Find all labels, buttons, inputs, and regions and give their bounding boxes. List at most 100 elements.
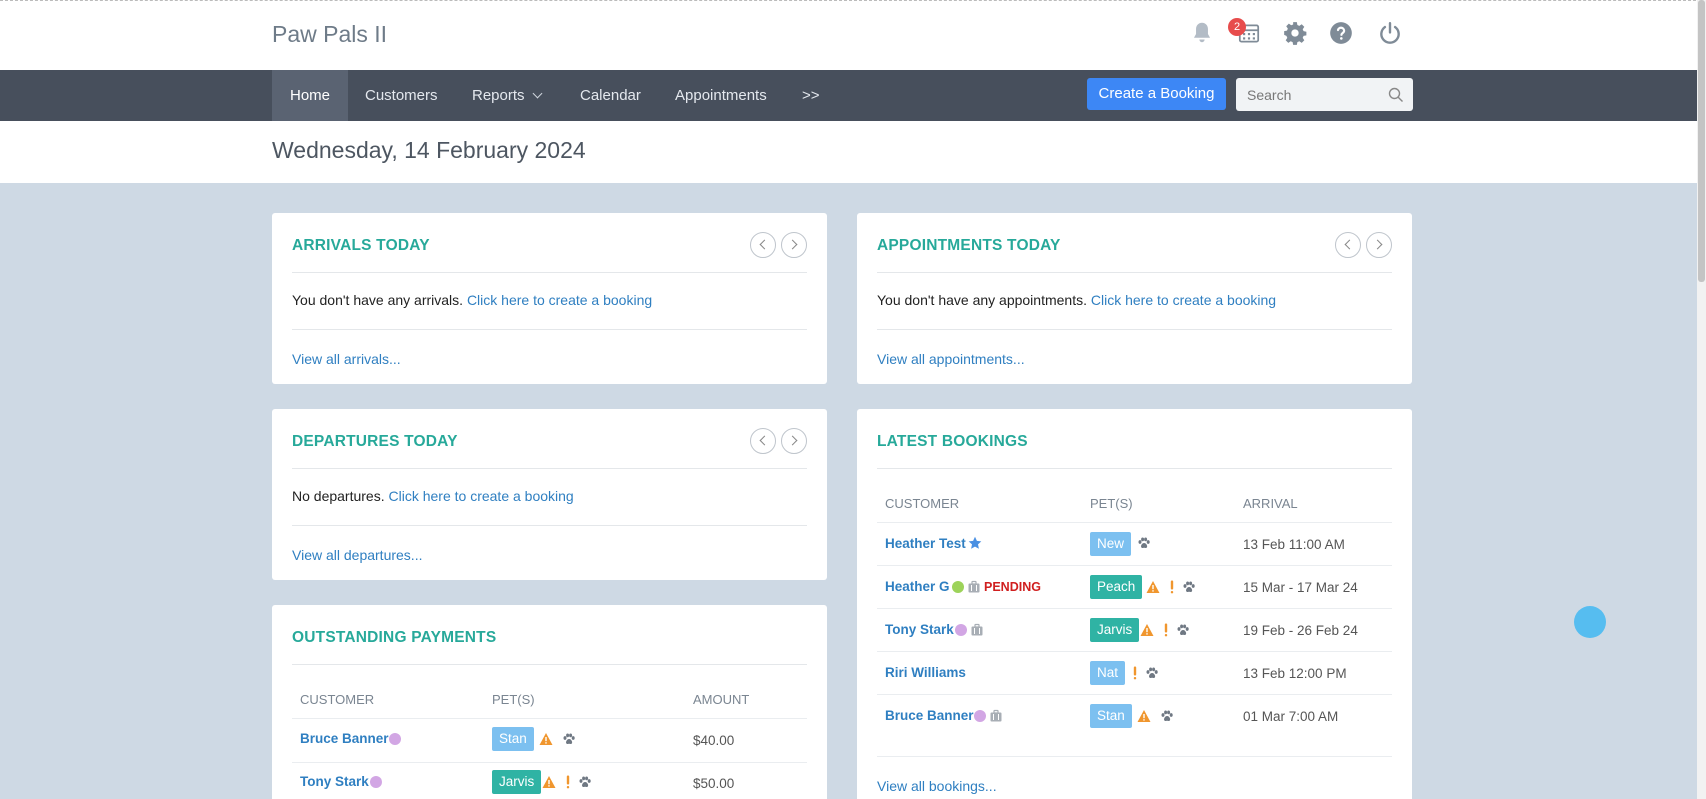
alert-exclamation-icon — [561, 775, 575, 789]
pet-tag[interactable]: Jarvis — [492, 770, 542, 794]
arrivals-prev-button[interactable] — [750, 232, 776, 258]
view-all-appointments-link[interactable]: View all appointments... — [877, 351, 1025, 367]
col-customer: CUSTOMER — [885, 496, 960, 511]
amount-cell: $40.00 — [693, 733, 735, 748]
arrivals-create-link[interactable]: Click here to create a booking — [467, 292, 652, 308]
customer-link[interactable]: Bruce Banner — [885, 708, 974, 723]
nav-more[interactable]: >> — [784, 70, 838, 121]
row-divider — [877, 522, 1392, 523]
divider — [292, 664, 807, 665]
chevron-down-icon — [532, 88, 542, 99]
row-divider — [877, 694, 1392, 695]
star-icon — [968, 536, 982, 550]
warning-icon — [1140, 623, 1154, 637]
divider — [292, 329, 807, 330]
notification-badge: 2 — [1228, 18, 1246, 36]
nav-home[interactable]: Home — [272, 70, 349, 121]
pending-status-label: PENDING — [984, 580, 1041, 594]
divider — [292, 525, 807, 526]
departures-message: No departures. Click here to create a bo… — [292, 488, 574, 504]
amount-cell: $50.00 — [693, 776, 735, 791]
search-icon[interactable] — [1388, 87, 1404, 103]
departures-create-link[interactable]: Click here to create a booking — [389, 488, 574, 504]
alert-exclamation-icon — [1128, 666, 1142, 680]
row-divider — [877, 756, 1392, 757]
col-pets: PET(S) — [1090, 496, 1133, 511]
paw-icon — [1137, 536, 1151, 550]
app-title[interactable]: Paw Pals II — [272, 21, 387, 48]
divider — [292, 468, 807, 469]
search-input[interactable] — [1236, 78, 1376, 111]
arrival-cell: 15 Mar - 17 Mar 24 — [1243, 580, 1358, 595]
nav-appointments[interactable]: Appointments — [657, 70, 785, 121]
row-divider — [877, 608, 1392, 609]
outstanding-payments-panel: OUTSTANDING PAYMENTS CUSTOMER PET(S) AMO… — [272, 605, 827, 799]
divider — [877, 468, 1392, 469]
warning-icon — [539, 732, 553, 746]
view-all-arrivals-link[interactable]: View all arrivals... — [292, 351, 401, 367]
divider — [877, 329, 1392, 330]
departures-panel: DEPARTURES TODAY No departures. Click he… — [272, 409, 827, 580]
arrival-cell: 19 Feb - 26 Feb 24 — [1243, 623, 1358, 638]
scrollbar-thumb[interactable] — [1698, 0, 1705, 282]
divider — [292, 272, 807, 273]
paw-icon — [1182, 580, 1196, 594]
customer-link[interactable]: Tony Stark — [885, 622, 954, 637]
customer-link[interactable]: Tony Stark — [300, 774, 369, 789]
power-icon[interactable] — [1377, 20, 1403, 46]
status-dot — [974, 710, 986, 722]
appointments-prev-button[interactable] — [1335, 232, 1361, 258]
nav-reports-label: Reports — [472, 87, 525, 104]
departures-prev-button[interactable] — [750, 428, 776, 454]
bell-icon[interactable] — [1189, 20, 1215, 46]
pet-tag[interactable]: Stan — [1090, 704, 1132, 728]
appointments-message: You don't have any appointments. Click h… — [877, 292, 1276, 308]
departures-next-button[interactable] — [781, 428, 807, 454]
paw-icon — [1160, 709, 1174, 723]
status-dot — [389, 733, 401, 745]
pet-tag[interactable]: New — [1090, 532, 1132, 556]
view-all-bookings-link[interactable]: View all bookings... — [877, 778, 997, 794]
arrival-cell: 13 Feb 12:00 PM — [1243, 666, 1347, 681]
row-divider — [292, 762, 807, 763]
row-divider — [877, 565, 1392, 566]
status-dot — [952, 581, 964, 593]
customer-link[interactable]: Heather Test — [885, 536, 966, 551]
customer-link[interactable]: Riri Williams — [885, 665, 966, 680]
gear-icon[interactable] — [1282, 20, 1308, 46]
create-booking-button[interactable]: Create a Booking — [1087, 78, 1226, 110]
appointments-create-link[interactable]: Click here to create a booking — [1091, 292, 1276, 308]
pet-tag[interactable]: Stan — [492, 727, 534, 751]
main-navbar: Home Customers Reports Calendar Appointm… — [0, 70, 1697, 121]
nav-calendar[interactable]: Calendar — [562, 70, 659, 121]
payments-title: OUTSTANDING PAYMENTS — [292, 629, 497, 646]
pet-tag[interactable]: Jarvis — [1090, 618, 1140, 642]
arrival-cell: 01 Mar 7:00 AM — [1243, 709, 1339, 724]
view-all-departures-link[interactable]: View all departures... — [292, 547, 422, 563]
warning-icon — [1137, 709, 1151, 723]
latest-bookings-title: LATEST BOOKINGS — [877, 433, 1028, 450]
col-arrival: ARRIVAL — [1243, 496, 1298, 511]
status-dot — [955, 624, 967, 636]
arrivals-empty-text: You don't have any arrivals. — [292, 292, 464, 308]
col-amount: AMOUNT — [693, 692, 750, 707]
arrivals-next-button[interactable] — [781, 232, 807, 258]
paw-icon — [578, 775, 592, 789]
arrivals-message: You don't have any arrivals. Click here … — [292, 292, 652, 308]
divider — [877, 272, 1392, 273]
customer-link[interactable]: Bruce Banner — [300, 731, 389, 746]
nav-reports[interactable]: Reports — [454, 70, 559, 121]
search-box — [1236, 78, 1413, 111]
appointments-next-button[interactable] — [1366, 232, 1392, 258]
customer-link[interactable]: Heather G — [885, 579, 950, 594]
appointments-title: APPOINTMENTS TODAY — [877, 237, 1061, 254]
date-bar: Wednesday, 14 February 2024 — [0, 121, 1697, 183]
nav-customers[interactable]: Customers — [347, 70, 456, 121]
briefcase-icon — [970, 623, 984, 637]
briefcase-icon — [967, 580, 981, 594]
help-icon[interactable] — [1328, 20, 1354, 46]
pet-tag[interactable]: Nat — [1090, 661, 1126, 685]
pet-tag[interactable]: Peach — [1090, 575, 1143, 599]
arrivals-panel: ARRIVALS TODAY You don't have any arriva… — [272, 213, 827, 384]
briefcase-icon — [989, 709, 1003, 723]
